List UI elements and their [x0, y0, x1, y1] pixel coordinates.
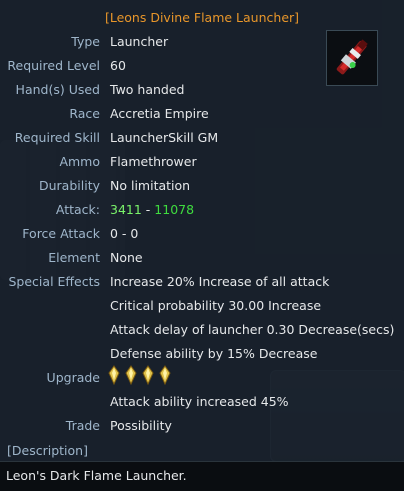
attack-range: 3411 - 11078: [110, 202, 194, 217]
upgrade-effect: Attack ability increased 45%: [110, 394, 289, 409]
stat-row-attack: Attack: 3411 - 11078: [0, 202, 404, 220]
stat-row-required-skill: Required Skill LauncherSkill GM: [0, 130, 404, 148]
stat-label: Required Skill: [14, 130, 100, 145]
stat-label: Ammo: [59, 154, 100, 169]
stat-value: 0 - 0: [110, 226, 139, 241]
special-effect-line: Increase 20% Increase of all attack: [110, 274, 330, 289]
special-effect-line: Defense ability by 15% Decrease: [110, 346, 318, 361]
special-effects-row: Critical probability 30.00 Increase: [0, 298, 404, 316]
attack-separator: -: [145, 202, 151, 217]
stat-value: Flamethrower: [110, 154, 197, 169]
item-tooltip: [Leons Divine Flame Launcher] Type Launc…: [0, 0, 404, 491]
stat-row-race: Race Accretia Empire: [0, 106, 404, 124]
stat-value: LauncherSkill GM: [110, 130, 219, 145]
stat-label: Trade: [65, 418, 100, 433]
stat-value: Accretia Empire: [110, 106, 209, 121]
stat-value: Launcher: [110, 34, 169, 49]
stat-value: Possibility: [110, 418, 172, 433]
upgrade-label: Upgrade: [46, 370, 100, 385]
stat-label: Element: [48, 250, 100, 265]
attack-min: 3411: [110, 202, 142, 217]
stat-row-type: Type Launcher: [0, 34, 404, 52]
special-effects-label: Special Effects: [8, 274, 101, 289]
upgrade-effect-row: Attack ability increased 45%: [0, 394, 404, 412]
stat-row-durability: Durability No limitation: [0, 178, 404, 196]
stat-row-force-attack: Force Attack 0 - 0: [0, 226, 404, 244]
special-effect-line: Critical probability 30.00 Increase: [110, 298, 322, 313]
special-effects-row: Defense ability by 15% Decrease: [0, 346, 404, 364]
stat-row-hands-used: Hand(s) Used Two handed: [0, 82, 404, 100]
stat-value: Two handed: [110, 82, 185, 97]
stat-label: Type: [71, 34, 100, 49]
talic-gem-icon: [159, 365, 171, 385]
special-effects-row: Special Effects Increase 20% Increase of…: [0, 274, 404, 292]
description-text: Leon's Dark Flame Launcher.: [6, 468, 187, 483]
upgrade-gems: [108, 365, 172, 387]
upgrade-row: Upgrade: [0, 370, 404, 388]
stat-label: Force Attack: [22, 226, 100, 241]
special-effect-line: Attack delay of launcher 0.30 Decrease(s…: [110, 322, 395, 337]
stat-row-element: Element None: [0, 250, 404, 268]
stat-label: Durability: [39, 178, 100, 193]
stat-label: Race: [69, 106, 100, 121]
attack-label: Attack:: [55, 202, 100, 217]
stat-label: Hand(s) Used: [15, 82, 100, 97]
item-name: [Leons Divine Flame Launcher]: [104, 10, 300, 25]
stat-label: Required Level: [7, 58, 100, 73]
stat-value: No limitation: [110, 178, 191, 193]
stat-row-required-level: Required Level 60: [0, 58, 404, 76]
talic-gem-icon: [142, 365, 154, 385]
talic-gem-icon: [125, 365, 137, 385]
special-effects-row: Attack delay of launcher 0.30 Decrease(s…: [0, 322, 404, 340]
stat-row-ammo: Ammo Flamethrower: [0, 154, 404, 172]
attack-max: 11078: [154, 202, 195, 217]
talic-gem-icon: [108, 365, 120, 385]
stat-row-trade: Trade Possibility: [0, 418, 404, 436]
stat-value: None: [110, 250, 143, 265]
description-label: [Description]: [7, 443, 88, 458]
description-box: Leon's Dark Flame Launcher.: [0, 461, 404, 491]
stat-value: 60: [110, 58, 126, 73]
